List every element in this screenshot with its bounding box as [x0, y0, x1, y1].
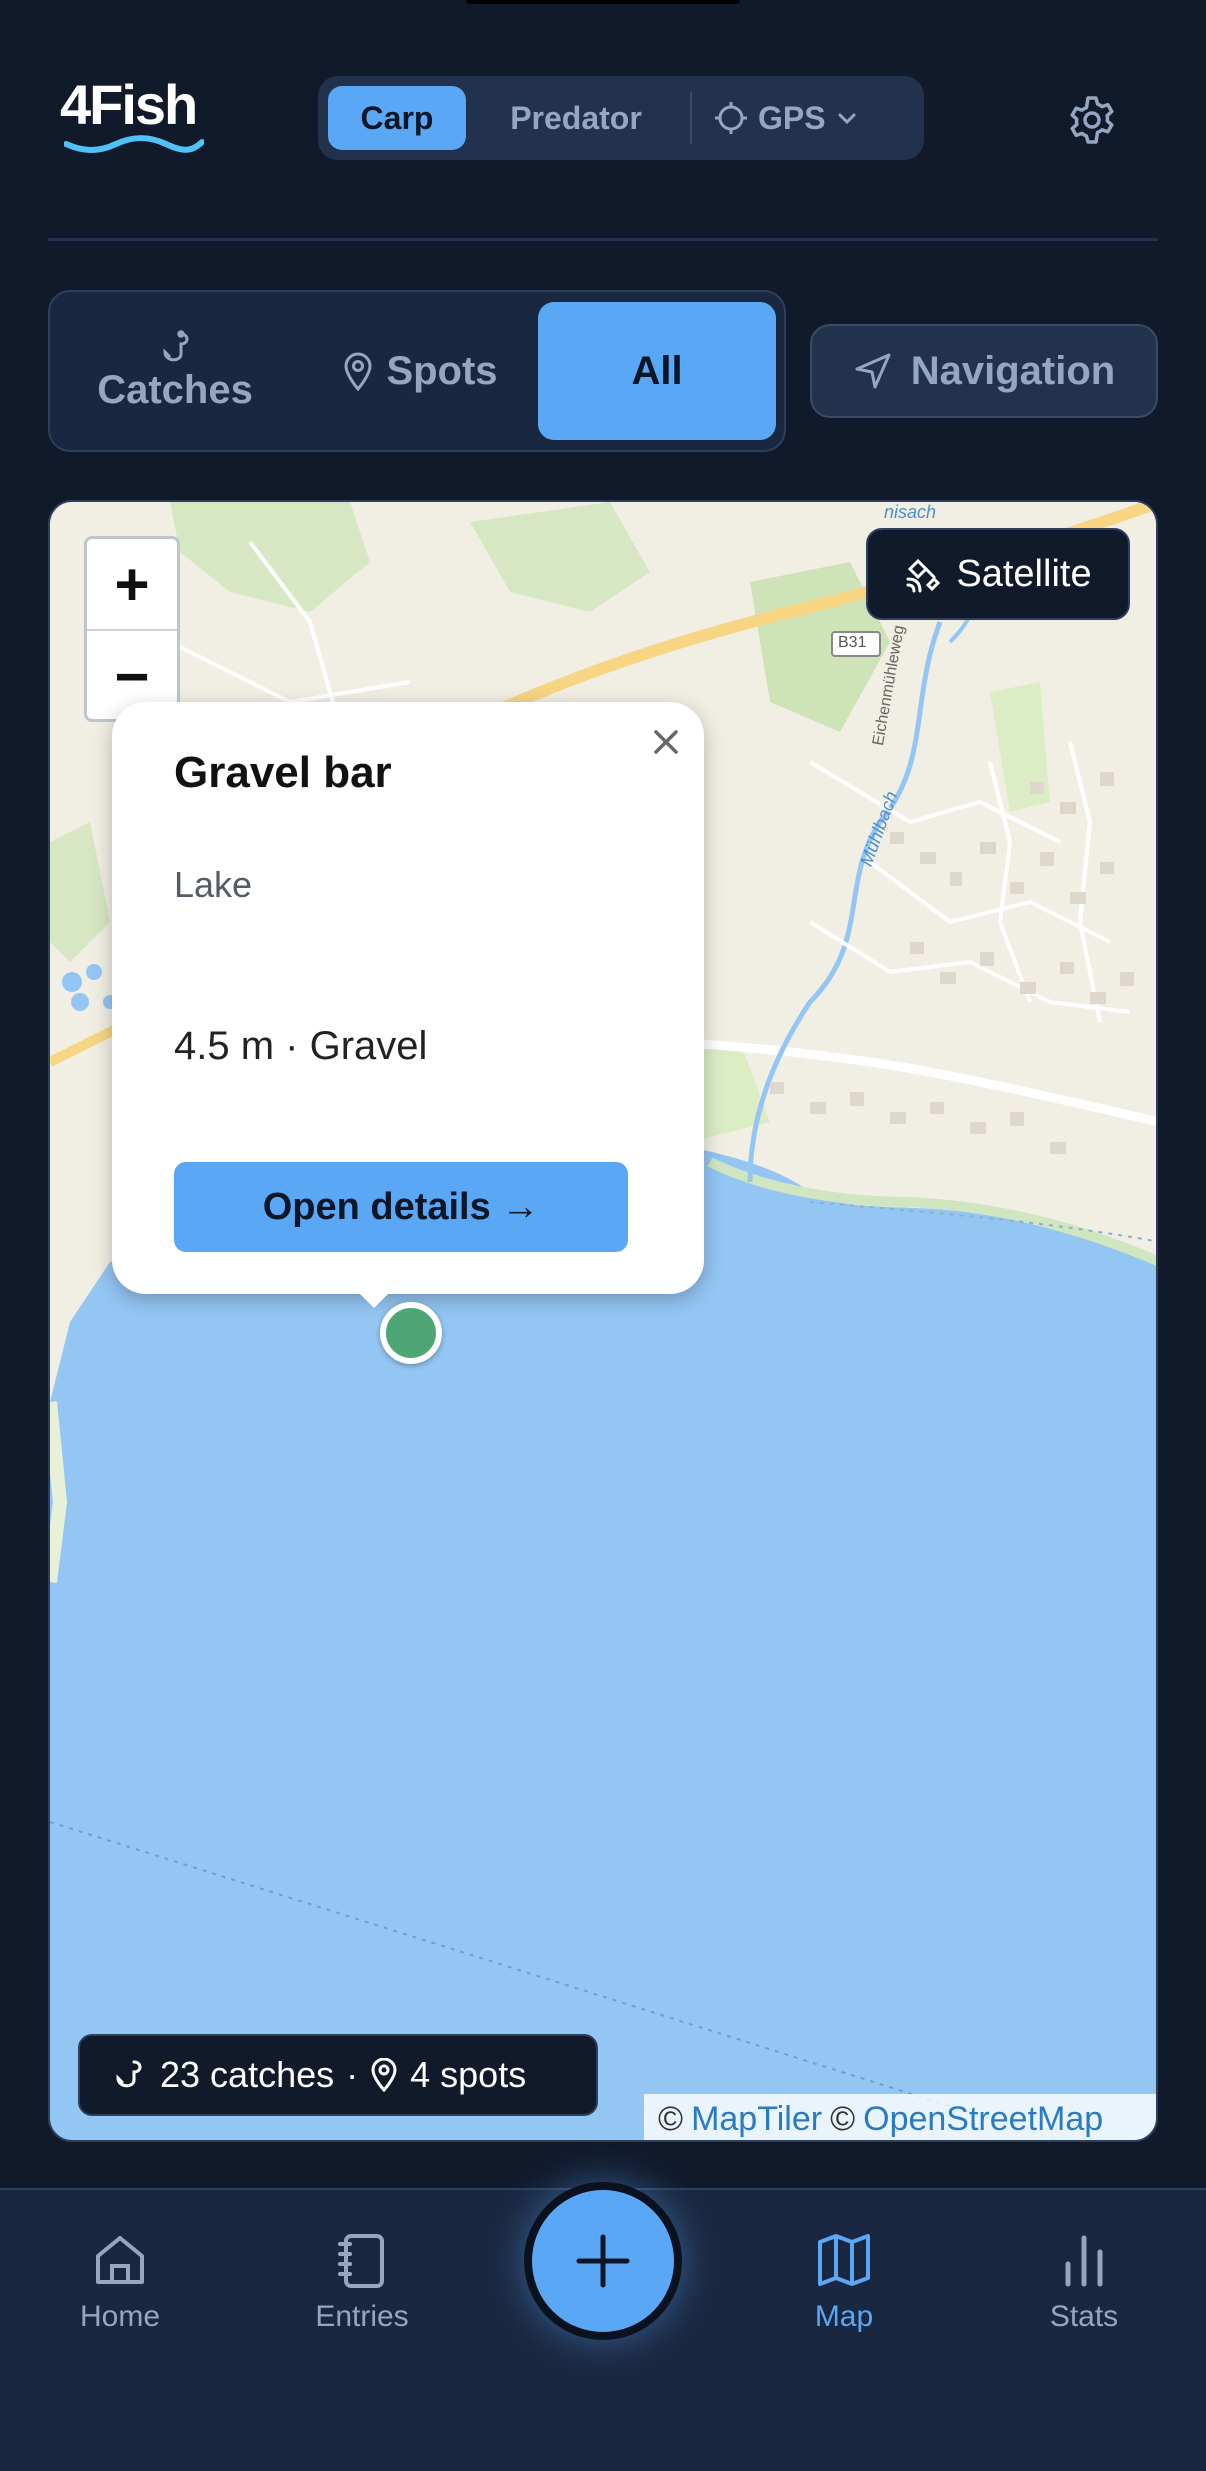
close-icon[interactable] — [646, 722, 686, 762]
summary-spots: 4 spots — [410, 2054, 527, 2095]
nav-stats-label: Stats — [1049, 2300, 1119, 2333]
mode-carp-button[interactable]: Carp — [328, 86, 466, 150]
attribution-copyright: © — [658, 2099, 684, 2138]
mode-switch: Carp Predator GPS — [318, 76, 924, 160]
filter-spots-button[interactable]: Spots — [300, 302, 540, 440]
layer-filter-group: Catches Spots All — [48, 290, 786, 452]
zoom-control: + − — [84, 536, 180, 722]
app-header: 4Fish Carp Predator GPS — [0, 0, 1206, 241]
nav-entries-label: Entries — [315, 2300, 409, 2333]
nav-map-label: Map — [814, 2300, 874, 2333]
nav-entries[interactable]: Entries — [282, 2230, 442, 2360]
map-view[interactable]: B31 Eichenmühleweg Mühlbach nisach + − S… — [48, 500, 1158, 2142]
attribution-copyright: © — [830, 2099, 856, 2138]
open-details-button[interactable]: Open details → — [174, 1162, 628, 1252]
filter-catches-label: Catches — [97, 367, 253, 412]
maptiler-link[interactable]: MapTiler — [691, 2100, 822, 2139]
map-icon — [818, 2234, 870, 2286]
zoom-in-button[interactable]: + — [87, 539, 177, 629]
top-map-label: nisach — [884, 502, 937, 522]
gps-dropdown[interactable]: GPS — [714, 86, 904, 150]
summary-separator: · — [346, 2054, 359, 2095]
location-pin-icon — [344, 352, 372, 391]
satellite-label: Satellite — [956, 552, 1092, 595]
chevron-down-icon — [838, 113, 856, 125]
map-attribution: © MapTiler © OpenStreetMap — [644, 2094, 1156, 2140]
popup-depth-bottom: 4.5 m · Gravel — [174, 1024, 428, 1068]
filter-catches-button[interactable]: Catches — [62, 302, 288, 440]
navigation-button[interactable]: Navigation — [810, 324, 1158, 418]
nav-home-label: Home — [79, 2300, 161, 2333]
popup-title: Gravel bar — [174, 748, 392, 797]
location-pin-icon — [371, 2058, 397, 2092]
gear-icon[interactable] — [1066, 94, 1118, 146]
fish-hook-icon — [163, 329, 189, 361]
popup-pointer — [348, 1282, 400, 1308]
logo-wave-icon — [64, 135, 204, 153]
spot-marker[interactable] — [380, 1302, 442, 1364]
nav-home[interactable]: Home — [40, 2230, 200, 2360]
spot-popup: Gravel bar Lake 4.5 m · Gravel Open deta… — [112, 702, 704, 1294]
add-entry-button[interactable] — [524, 2182, 682, 2340]
home-icon — [96, 2236, 144, 2284]
popup-water-type: Lake — [174, 864, 253, 905]
satellite-toggle-button[interactable]: Satellite — [866, 528, 1130, 620]
bar-chart-icon — [1065, 2235, 1103, 2287]
filter-spots-label: Spots — [386, 348, 498, 393]
crosshair-icon — [715, 102, 747, 134]
mode-predator-button[interactable]: Predator — [476, 86, 676, 150]
notebook-icon — [338, 2234, 384, 2288]
navigation-label: Navigation — [910, 348, 1116, 393]
plus-icon — [576, 2234, 630, 2288]
fish-hook-icon — [116, 2060, 142, 2088]
nav-stats[interactable]: Stats — [1004, 2230, 1164, 2360]
logo-text: 4Fish — [60, 73, 198, 136]
mode-divider — [690, 92, 692, 144]
road-label: B31 — [838, 634, 867, 651]
satellite-icon — [906, 558, 941, 593]
filter-all-button[interactable]: All — [538, 302, 776, 440]
gps-label: GPS — [758, 99, 826, 136]
navigation-arrow-icon — [855, 353, 891, 389]
nav-map[interactable]: Map — [764, 2230, 924, 2360]
openstreetmap-link[interactable]: OpenStreetMap — [863, 2100, 1103, 2139]
header-divider — [48, 238, 1158, 241]
map-summary-badge: 23 catches · 4 spots — [78, 2034, 598, 2116]
summary-catches: 23 catches — [160, 2054, 335, 2095]
app-logo: 4Fish — [60, 72, 210, 162]
